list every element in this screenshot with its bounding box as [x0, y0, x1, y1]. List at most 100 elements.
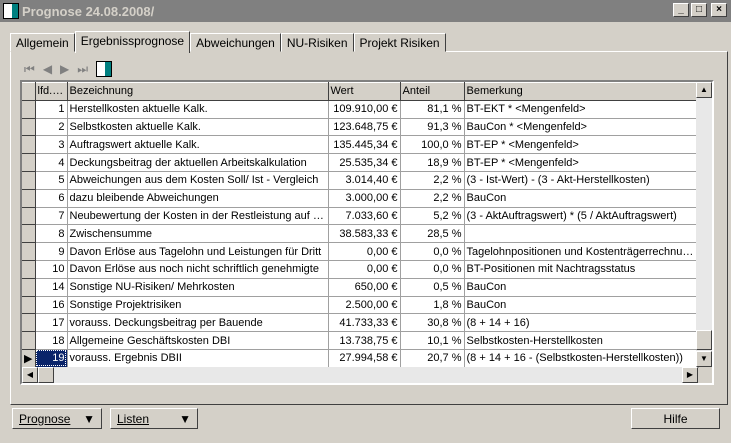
cell-bemerkung[interactable]: BT-EKT * <Mengenfeld> [464, 100, 699, 119]
cell-anteil[interactable]: 28,5 % [400, 224, 465, 244]
cell-wert[interactable]: 135.445,34 € [328, 135, 401, 155]
cell-lfd-nr[interactable]: 1 [35, 100, 68, 119]
cell-wert[interactable]: 3.000,00 € [328, 189, 401, 208]
cell-lfd-nr[interactable]: 3 [35, 135, 68, 155]
table-row[interactable]: 4 Deckungsbeitrag der aktuellen Arbeitska… [22, 153, 699, 172]
col-lfd-nr[interactable]: lfd.Nr. [35, 82, 68, 101]
minimize-button[interactable]: _ [673, 3, 689, 17]
cell-bemerkung[interactable]: BT-EP * <Mengenfeld> [464, 153, 699, 172]
cell-lfd-nr[interactable]: 5 [35, 171, 68, 190]
cell-lfd-nr[interactable]: 7 [35, 207, 68, 226]
cell-lfd-nr[interactable]: 2 [35, 118, 68, 137]
cell-bezeichnung[interactable]: Selbstkosten aktuelle Kalk. [67, 118, 329, 137]
cell-anteil[interactable]: 1,8 % [400, 296, 465, 315]
table-row[interactable]: 14 Sonstige NU-Risiken/ Mehrkosten 650,00 … [22, 278, 699, 297]
cell-bezeichnung[interactable]: vorauss. Ergebnis DBII [67, 349, 329, 368]
cell-lfd-nr[interactable]: 16 [35, 296, 68, 315]
scroll-up-button[interactable]: ▲ [696, 82, 712, 98]
data-grid[interactable]: lfd.Nr. Bezeichnung Wert Anteil Bemerkun… [20, 80, 714, 385]
cell-bemerkung[interactable] [464, 224, 699, 244]
cell-bezeichnung[interactable]: Sonstige Projektrisiken [67, 296, 329, 315]
cell-wert[interactable]: 41.733,33 € [328, 313, 401, 333]
cell-anteil[interactable]: 18,9 % [400, 153, 465, 172]
cell-anteil[interactable]: 2,2 % [400, 171, 465, 190]
prev-record-icon[interactable]: ◀ [43, 62, 52, 76]
cell-lfd-nr[interactable]: 6 [35, 189, 68, 208]
cell-bezeichnung[interactable]: Davon Erlöse aus Tagelohn und Leistungen… [67, 242, 329, 261]
cell-bezeichnung[interactable]: Davon Erlöse aus noch nicht schriftlich … [67, 260, 329, 279]
cell-anteil[interactable]: 10,1 % [400, 331, 465, 350]
cell-anteil[interactable]: 0,5 % [400, 278, 465, 297]
cell-bezeichnung[interactable]: Auftragswert aktuelle Kalk. [67, 135, 329, 155]
cell-bemerkung[interactable]: (8 + 14 + 16 - (Selbstkosten-Herstellkos… [464, 349, 699, 368]
table-row[interactable]: 7 Neubewertung der Kosten in der Restleis… [22, 207, 699, 226]
horizontal-scrollbar[interactable]: ◀ ▶ [22, 367, 698, 383]
cell-wert[interactable]: 0,00 € [328, 260, 401, 279]
scroll-down-button[interactable]: ▼ [696, 351, 712, 367]
col-bemerkung[interactable]: Bemerkung [464, 82, 699, 101]
col-wert[interactable]: Wert [328, 82, 401, 101]
cell-bezeichnung[interactable]: Herstellkosten aktuelle Kalk. [67, 100, 329, 119]
cell-bemerkung[interactable]: BT-Positionen mit Nachtragsstatus [464, 260, 699, 279]
listen-menu-button[interactable]: Listen ▼ [110, 408, 198, 429]
row-indicator[interactable] [22, 224, 36, 244]
cell-bemerkung[interactable]: BauCon * <Mengenfeld> [464, 118, 699, 137]
cell-wert[interactable]: 2.500,00 € [328, 296, 401, 315]
table-row[interactable]: 2 Selbstkosten aktuelle Kalk. 123.648,75 €… [22, 118, 699, 137]
cell-bezeichnung[interactable]: Neubewertung der Kosten in der Restleist… [67, 207, 329, 226]
table-row[interactable]: 16 Sonstige Projektrisiken 2.500,00 €1,8 %… [22, 296, 699, 315]
cell-anteil[interactable]: 5,2 % [400, 207, 465, 226]
cell-bemerkung[interactable]: Selbstkosten-Herstellkosten [464, 331, 699, 350]
cell-lfd-nr[interactable]: 10 [35, 260, 68, 279]
cell-wert[interactable]: 123.648,75 € [328, 118, 401, 137]
table-row[interactable]: 8 Zwischensumme 38.583,33 €28,5 % [22, 224, 699, 244]
cell-wert[interactable]: 13.738,75 € [328, 331, 401, 350]
cell-bezeichnung[interactable]: Sonstige NU-Risiken/ Mehrkosten [67, 278, 329, 297]
col-bezeichnung[interactable]: Bezeichnung [67, 82, 329, 101]
cell-bemerkung[interactable]: BauCon [464, 189, 699, 208]
cell-wert[interactable]: 3.014,40 € [328, 171, 401, 190]
cell-bezeichnung[interactable]: Allgemeine Geschäftskosten DBI [67, 331, 329, 350]
cell-wert[interactable]: 0,00 € [328, 242, 401, 261]
prognose-menu-button[interactable]: Prognose ▼ [12, 408, 102, 429]
table-row[interactable]: 3 Auftragswert aktuelle Kalk. 135.445,34 €… [22, 135, 699, 155]
cell-anteil[interactable]: 91,3 % [400, 118, 465, 137]
cell-wert[interactable]: 109.910,00 € [328, 100, 401, 119]
cell-bemerkung[interactable]: BauCon [464, 278, 699, 297]
cell-wert[interactable]: 7.033,60 € [328, 207, 401, 226]
cell-bezeichnung[interactable]: Abweichungen aus dem Kosten Soll/ Ist - … [67, 171, 329, 190]
cell-lfd-nr[interactable]: 8 [35, 224, 68, 244]
row-indicator[interactable] [22, 118, 36, 137]
first-record-icon[interactable]: ⏮ [24, 62, 35, 77]
cell-anteil[interactable]: 0,0 % [400, 242, 465, 261]
tab-ergebnissprognose[interactable]: Ergebnissprognose [74, 31, 191, 53]
row-indicator[interactable] [22, 153, 36, 172]
table-row[interactable]: 10 Davon Erlöse aus noch nicht schriftlic… [22, 260, 699, 279]
cell-bemerkung[interactable]: (8 + 14 + 16) [464, 313, 699, 333]
cell-anteil[interactable]: 20,7 % [400, 349, 465, 368]
row-indicator[interactable] [22, 207, 36, 226]
maximize-button[interactable]: □ [691, 3, 707, 17]
cell-lfd-nr[interactable]: 4 [35, 153, 68, 172]
cell-anteil[interactable]: 81,1 % [400, 100, 465, 119]
cell-lfd-nr[interactable]: 17 [35, 313, 68, 333]
vertical-scrollbar[interactable]: ▲ ▼ [696, 82, 712, 367]
cell-bemerkung[interactable]: (3 - Ist-Wert) - (3 - Akt-Herstellkosten… [464, 171, 699, 190]
scroll-left-button[interactable]: ◀ [22, 367, 38, 383]
cell-anteil[interactable]: 0,0 % [400, 260, 465, 279]
table-row[interactable]: 17 vorauss. Deckungsbeitrag per Bauende 41… [22, 313, 699, 333]
row-indicator[interactable] [22, 171, 36, 190]
next-record-icon[interactable]: ▶ [60, 62, 69, 76]
row-indicator[interactable]: ▶ [22, 349, 36, 368]
row-indicator[interactable] [22, 313, 36, 333]
row-indicator[interactable] [22, 100, 36, 119]
table-row[interactable]: 18 Allgemeine Geschäftskosten DBI 13.738,7… [22, 331, 699, 350]
table-row[interactable]: ▶ 19 vorauss. Ergebnis DBII 27.994,58 €20,7… [22, 349, 699, 368]
table-row[interactable]: 1 Herstellkosten aktuelle Kalk. 109.910,00… [22, 100, 699, 119]
row-indicator[interactable] [22, 296, 36, 315]
cell-anteil[interactable]: 30,8 % [400, 313, 465, 333]
tab-allgemein[interactable]: Allgemein [10, 33, 75, 52]
tab-abweichungen[interactable]: Abweichungen [190, 33, 281, 52]
cell-bemerkung[interactable]: (3 - AktAuftragswert) * (5 / AktAuftrags… [464, 207, 699, 226]
cell-anteil[interactable]: 100,0 % [400, 135, 465, 155]
